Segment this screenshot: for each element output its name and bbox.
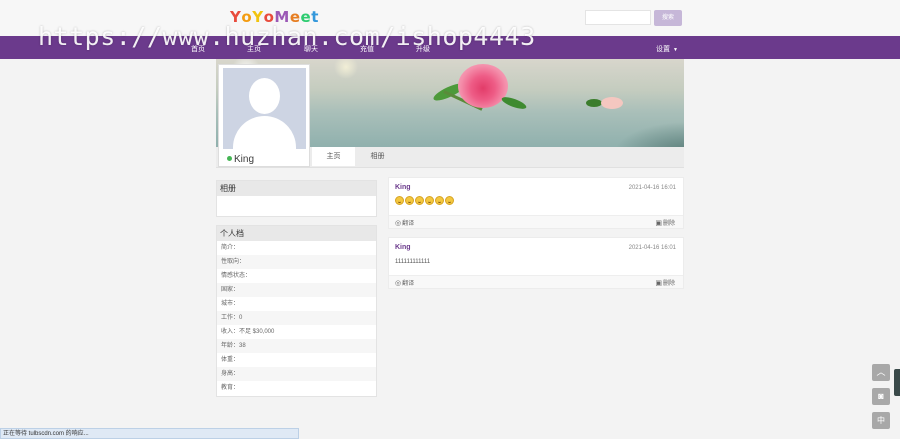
translate-button[interactable]: ◎翻译: [395, 218, 414, 227]
feed-post: King 2021-04-16 16:01 111111111111 ◎翻译 ▣…: [388, 237, 684, 289]
smiley-emoji-icon: [405, 196, 414, 205]
info-row-country: 国家：: [217, 283, 376, 297]
smiley-emoji-icon: [435, 196, 444, 205]
avatar-placeholder-head: [249, 78, 280, 114]
globe-icon: ◎: [395, 280, 402, 287]
username-text: King: [234, 154, 255, 165]
browser-status-bar: 正在等待 tulbscdn.com 的响应...: [0, 428, 299, 439]
post-actions: ◎翻译 ▣删除: [389, 215, 683, 228]
tab-album[interactable]: 相册: [356, 147, 399, 166]
info-row-income: 收入：不足 $30,000: [221, 329, 275, 335]
info-row-age: 年龄：38: [217, 339, 376, 353]
smiley-emoji-icon: [415, 196, 424, 205]
trash-icon: ▣: [655, 280, 662, 287]
feed-post: King 2021-04-16 16:01 ◎翻译 ▣删除: [388, 177, 684, 229]
post-timestamp: 2021-04-16 16:01: [628, 185, 676, 191]
camera-icon: ◙: [878, 391, 884, 401]
delete-label: 删除: [662, 281, 675, 287]
info-row-education: 教育：: [221, 385, 240, 391]
post-emoji-content: [395, 196, 455, 207]
rose-image: [458, 64, 508, 108]
avatar-placeholder-body: [233, 116, 296, 149]
profile-info-panel: 个人档 简介： 性取向： 情感状态： 国家： 城市： 工作：0 收入：不足 $3…: [216, 225, 377, 397]
translate-label: 翻译: [402, 281, 415, 287]
post-actions: ◎翻译 ▣删除: [389, 275, 683, 288]
tab-home[interactable]: 主页: [312, 147, 355, 166]
info-row-orientation: 性取向：: [217, 255, 376, 269]
chevron-up-icon: ︿: [876, 367, 886, 377]
search-button[interactable]: 搜索: [654, 10, 682, 26]
delete-button[interactable]: ▣删除: [655, 278, 675, 287]
info-row-work: 工作：0: [217, 311, 376, 325]
translate-label: 翻译: [402, 221, 415, 227]
settings-menu[interactable]: 设置 ▼: [656, 44, 678, 54]
album-panel-title: 相册: [217, 181, 376, 196]
globe-icon: ◎: [395, 220, 402, 227]
post-text: 111111111111: [395, 259, 431, 265]
info-row-city: 城市：: [221, 301, 240, 307]
settings-label: 设置: [656, 46, 670, 53]
smiley-emoji-icon: [445, 196, 454, 205]
translate-button[interactable]: ◎翻译: [395, 278, 414, 287]
chevron-down-icon: ▼: [673, 47, 678, 53]
avatar[interactable]: [223, 68, 306, 149]
profile-username[interactable]: King: [227, 154, 254, 165]
post-author[interactable]: King: [395, 244, 411, 251]
smiley-emoji-icon: [395, 196, 404, 205]
side-panel-tab[interactable]: [894, 369, 900, 396]
back-to-top-button[interactable]: ︿: [872, 364, 890, 381]
info-row-height: 身高：: [217, 367, 376, 381]
delete-button[interactable]: ▣删除: [655, 218, 675, 227]
post-timestamp: 2021-04-16 16:01: [628, 245, 676, 251]
language-button[interactable]: 中: [872, 412, 890, 429]
info-row-relationship: 情感状态：: [221, 273, 252, 279]
info-panel-title: 个人档: [217, 226, 376, 241]
delete-label: 删除: [662, 221, 675, 227]
rose-bud: [601, 97, 623, 109]
rose-leaf: [500, 94, 528, 112]
avatar-card: King: [218, 64, 310, 167]
watermark: https://www.huzhan.com/ishop4443: [38, 22, 536, 51]
album-panel: 相册: [216, 180, 377, 217]
language-label: 中: [877, 416, 885, 425]
smiley-emoji-icon: [425, 196, 434, 205]
info-row-bio: 简介：: [221, 245, 240, 251]
bud-leaf: [586, 99, 602, 107]
info-row-weight: 体重：: [221, 357, 240, 363]
trash-icon: ▣: [655, 220, 662, 227]
camera-button[interactable]: ◙: [872, 388, 890, 405]
post-author[interactable]: King: [395, 184, 411, 191]
online-status-icon: [227, 156, 232, 161]
search-input[interactable]: [585, 10, 651, 25]
